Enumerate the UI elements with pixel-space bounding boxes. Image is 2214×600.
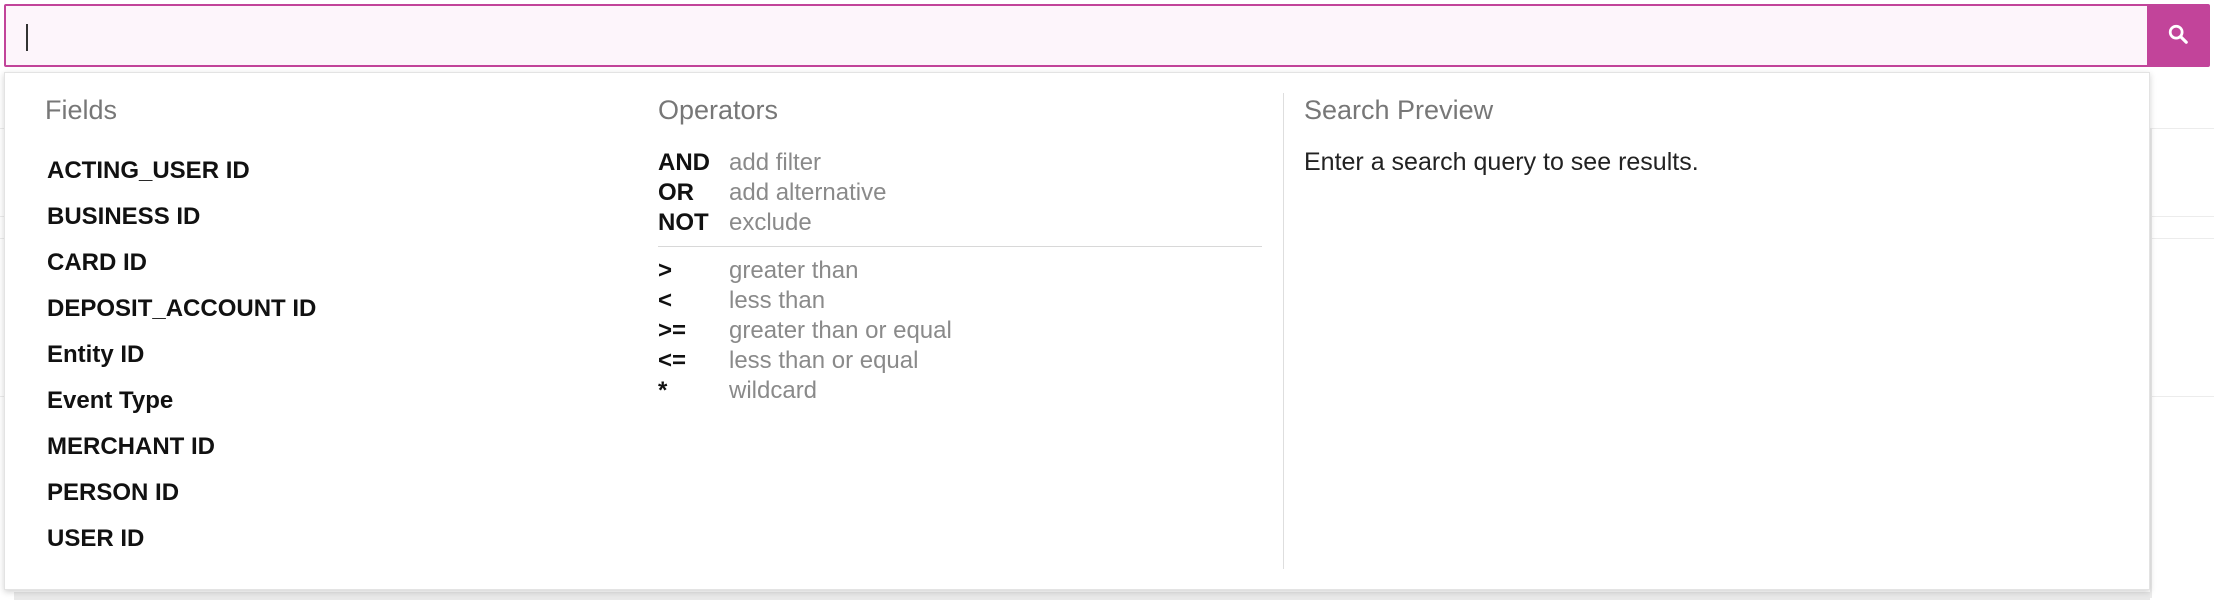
page: Fields ACTING_USER ID BUSINESS ID CARD I… <box>0 0 2214 600</box>
comparison-operators-table: > greater than < less than >= greater th… <box>658 256 952 406</box>
operator-row-or: OR add alternative <box>658 178 886 208</box>
search-bar <box>4 4 2210 67</box>
operator-description: less than <box>729 287 826 314</box>
operator-row-greater-equal: >= greater than or equal <box>658 316 952 346</box>
operators-heading: Operators <box>658 95 779 125</box>
fields-heading: Fields <box>45 95 118 125</box>
field-item-merchant-id[interactable]: MERCHANT ID <box>47 424 316 470</box>
operator-row-not: NOT exclude <box>658 208 886 238</box>
field-item-event-type[interactable]: Event Type <box>47 378 316 424</box>
field-item-person-id[interactable]: PERSON ID <box>47 470 316 516</box>
background-panel-edge <box>2150 128 2152 598</box>
background-bottom-strip <box>14 592 2150 600</box>
operator-symbol: * <box>658 377 668 404</box>
operator-row-and: AND add filter <box>658 148 886 178</box>
operator-symbol: >= <box>658 317 687 344</box>
field-item-entity-id[interactable]: Entity ID <box>47 332 316 378</box>
search-input[interactable] <box>6 6 2147 65</box>
operator-symbol: AND <box>658 149 710 176</box>
search-preview-message: Enter a search query to see results. <box>1304 148 1699 176</box>
field-item-business-id[interactable]: BUSINESS ID <box>47 194 316 240</box>
operator-description: add alternative <box>729 179 887 206</box>
operator-description: greater than <box>729 257 859 284</box>
operator-symbol: > <box>658 257 673 284</box>
search-suggestions-dropdown <box>4 72 2150 590</box>
operator-description: less than or equal <box>729 347 919 374</box>
operator-description: add filter <box>729 149 822 176</box>
logical-operators-table: AND add filter OR add alternative NOT ex… <box>658 148 886 238</box>
operator-row-greater-than: > greater than <box>658 256 952 286</box>
column-divider <box>1283 93 1284 569</box>
operator-row-less-equal: <= less than or equal <box>658 346 952 376</box>
operator-row-wildcard: * wildcard <box>658 376 952 406</box>
operator-symbol: <= <box>658 347 687 374</box>
search-icon <box>2167 23 2189 48</box>
field-item-card-id[interactable]: CARD ID <box>47 240 316 286</box>
operator-symbol: NOT <box>658 209 709 236</box>
operator-description: greater than or equal <box>729 317 952 344</box>
operator-description: exclude <box>729 209 812 236</box>
text-caret <box>26 24 28 51</box>
operator-row-less-than: < less than <box>658 286 952 316</box>
operator-symbol: < <box>658 287 673 314</box>
field-item-acting-user-id[interactable]: ACTING_USER ID <box>47 148 316 194</box>
operator-symbol: OR <box>658 179 694 206</box>
field-item-deposit-account-id[interactable]: DEPOSIT_ACCOUNT ID <box>47 286 316 332</box>
field-item-user-id[interactable]: USER ID <box>47 516 316 562</box>
operator-description: wildcard <box>729 377 818 404</box>
operators-divider <box>658 246 1262 247</box>
fields-list: ACTING_USER ID BUSINESS ID CARD ID DEPOS… <box>47 148 316 562</box>
search-button[interactable] <box>2147 6 2208 65</box>
search-preview-heading: Search Preview <box>1304 95 1494 125</box>
